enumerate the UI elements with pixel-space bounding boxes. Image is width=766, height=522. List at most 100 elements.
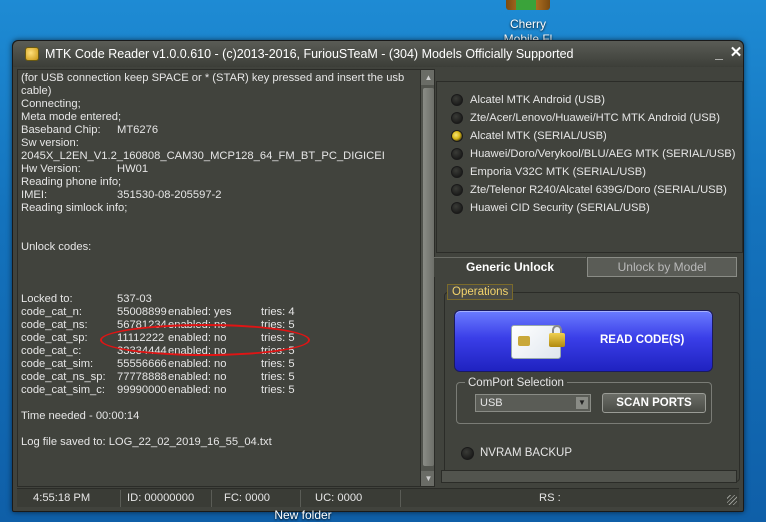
code-enabled: enabled: no [168,319,227,331]
log-line: Reading simlock info; [21,202,128,214]
checkbox-icon[interactable] [461,447,474,460]
code-name: code_cat_ns_sp: [21,371,106,383]
code-value: 55008899 [117,306,167,318]
code-enabled: enabled: no [168,358,227,370]
tab-unlock-by-model[interactable]: Unlock by Model [587,257,737,277]
log-line-hw: Hw Version: HW01 [21,163,415,176]
model-option[interactable]: Alcatel MTK (SERIAL/USB) [451,128,741,146]
code-name: code_cat_c: [21,345,82,357]
code-row: code_cat_ns_sp: 77778888 enabled: no tri… [21,371,415,384]
code-value: 55556666 [117,358,167,370]
code-tries: tries: 5 [261,345,295,357]
minimize-button[interactable]: _ [711,44,727,62]
code-name: code_cat_ns: [21,319,88,331]
model-option[interactable]: Huawei CID Security (SERIAL/USB) [451,200,741,218]
radio-icon[interactable] [451,148,463,160]
chevron-down-icon[interactable]: ▼ [576,397,588,409]
code-enabled: enabled: no [168,345,227,357]
code-value: 99990000 [117,384,167,396]
radio-icon[interactable] [451,112,463,124]
code-enabled: enabled: yes [168,306,232,318]
code-row: code_cat_sim_c: 99990000 enabled: no tri… [21,384,415,397]
log-key: Baseband Chip: [21,124,101,136]
resize-grip-icon[interactable] [727,495,737,505]
desktop-icon-label: Cherry [509,17,546,31]
log-line: Log file saved to: LOG_22_02_2019_16_55_… [21,436,272,448]
code-value: 33334444 [117,345,167,357]
desktop-icon-new-folder[interactable]: New folder [262,508,344,522]
code-value: 77778888 [117,371,167,383]
window-title: MTK Code Reader v1.0.0.610 - (c)2013-201… [45,47,574,61]
log-value: MT6276 [117,124,159,136]
radio-icon[interactable] [451,94,463,106]
log-line-locked: Locked to: 537-03 [21,293,415,306]
log-line: (for USB connection keep SPACE or * (STA… [21,72,405,97]
comport-value: USB [480,397,503,409]
status-bar: 4:55:18 PM ID: 00000000 FC: 0000 UC: 000… [17,488,739,507]
desktop-icon-cherry[interactable]: Cherry Mobile Fl [498,0,558,46]
log-key: Hw Version: [21,163,81,175]
code-row: code_cat_c: 33334444 enabled: no tries: … [21,345,415,358]
code-name: code_cat_sp: [21,332,88,344]
log-text: (for USB connection keep SPACE or * (STA… [21,72,415,449]
log-line-imei: IMEI: 351530-08-205597-2 [21,189,415,202]
nvram-label: NVRAM BACKUP [480,447,573,459]
status-rs: RS : [539,492,561,504]
code-tries: tries: 5 [261,371,295,383]
scroll-up-icon[interactable]: ▲ [421,70,434,85]
log-line-baseband: Baseband Chip: MT6276 [21,124,415,137]
model-option[interactable]: Huawei/Doro/Verykool/BLU/AEG MTK (SERIAL… [451,146,741,164]
code-row: code_cat_ns: 56781234 enabled: no tries:… [21,319,415,332]
read-codes-button[interactable]: READ CODE(S) [454,310,713,372]
code-tries: tries: 5 [261,358,295,370]
code-enabled: enabled: no [168,332,227,344]
app-window: MTK Code Reader v1.0.0.610 - (c)2013-201… [12,40,744,512]
radio-icon[interactable] [451,184,463,196]
progress-bar [441,470,737,483]
status-fc: FC: 0000 [212,490,301,507]
radio-selected-icon[interactable] [451,130,463,142]
log-line: Connecting; [21,98,81,110]
log-key: IMEI: [21,189,48,201]
code-value: 56781234 [117,319,167,331]
scroll-down-icon[interactable]: ▼ [421,471,434,486]
code-name: code_cat_sim: [21,358,94,370]
close-button[interactable]: ✕ [728,44,744,62]
model-list: Alcatel MTK Android (USB) Zte/Acer/Lenov… [436,81,743,253]
log-line: Time needed - 00:00:14 [21,410,140,422]
code-tries: tries: 5 [261,319,295,331]
code-enabled: enabled: no [168,371,227,383]
archive-band [516,0,536,10]
title-bar[interactable]: MTK Code Reader v1.0.0.610 - (c)2013-201… [13,41,743,67]
code-name: code_cat_sim_c: [21,384,105,396]
code-tries: tries: 4 [261,306,295,318]
read-codes-label: READ CODE(S) [600,334,685,346]
radio-icon[interactable] [451,202,463,214]
lock-icon [549,333,565,347]
log-value: 351530-08-205597-2 [117,189,222,201]
code-row: code_cat_n: 55008899 enabled: yes tries:… [21,306,415,319]
model-option[interactable]: Alcatel MTK Android (USB) [451,92,741,110]
log-value: 537-03 [117,293,152,305]
code-tries: tries: 5 [261,332,295,344]
code-row: code_cat_sim: 55556666 enabled: no tries… [21,358,415,371]
code-name: code_cat_n: [21,306,82,318]
scan-ports-button[interactable]: SCAN PORTS [602,393,706,413]
tab-generic-unlock[interactable]: Generic Unlock [434,257,586,277]
scroll-thumb[interactable] [423,88,434,466]
radio-icon[interactable] [451,166,463,178]
code-row: code_cat_sp: 11112222 enabled: no tries:… [21,332,415,345]
code-tries: tries: 5 [261,384,295,396]
log-scrollbar[interactable]: ▲ ▼ [420,70,434,486]
log-panel[interactable]: (for USB connection keep SPACE or * (STA… [17,69,435,487]
comport-label: ComPort Selection [465,377,567,389]
code-enabled: enabled: no [168,384,227,396]
log-line: Meta mode entered; [21,111,122,123]
log-line: Sw version: [21,137,79,149]
model-option[interactable]: Zte/Telenor R240/Alcatel 639G/Doro (SERI… [451,182,741,200]
model-option[interactable]: Zte/Acer/Lenovo/Huawei/HTC MTK Android (… [451,110,741,128]
operations-label: Operations [447,284,514,300]
model-option[interactable]: Emporia V32C MTK (SERIAL/USB) [451,164,741,182]
comport-select[interactable]: USB ▼ [475,394,591,412]
log-line: 2045X_L2EN_V1.2_160808_CAM30_MCP128_64_F… [21,150,385,162]
